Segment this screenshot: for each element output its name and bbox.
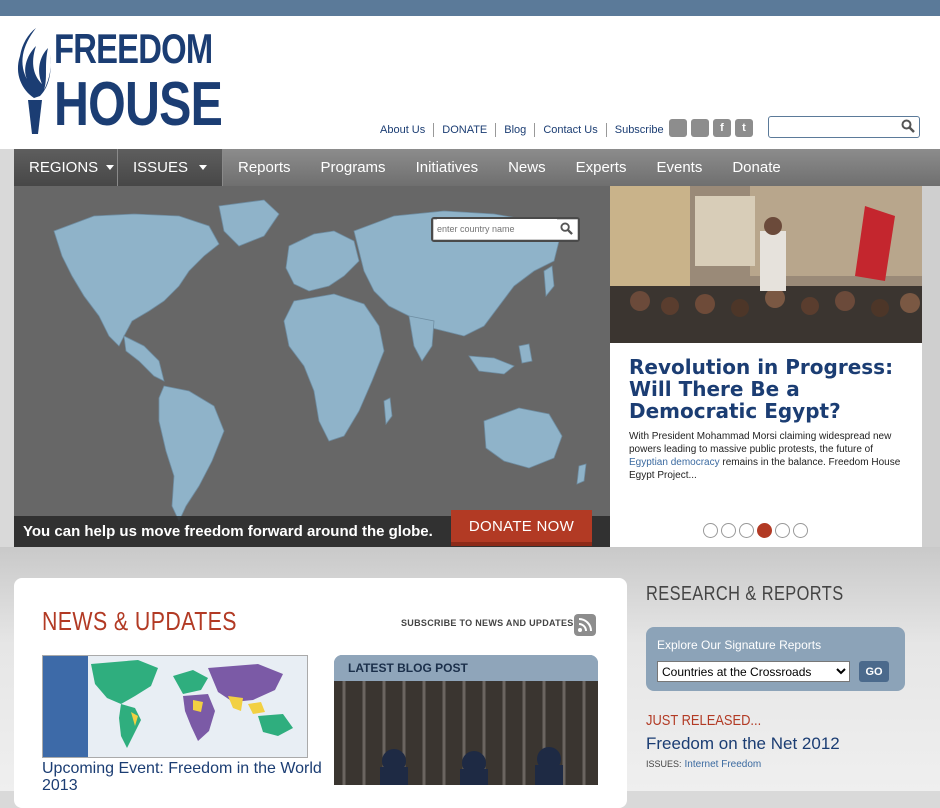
carousel-dot-1[interactable] (703, 523, 718, 538)
country-search-box (431, 217, 580, 242)
blog-post-photo[interactable] (334, 681, 598, 785)
logo-text-house: HOUSE (54, 70, 223, 139)
social-icons: f t (669, 119, 753, 137)
blog-link[interactable]: Blog (495, 123, 534, 137)
nav-experts[interactable]: Experts (561, 149, 642, 186)
nav-issues-label: ISSUES (133, 159, 189, 176)
latest-blog-post: LATEST BLOG POST (334, 655, 598, 785)
nav-news[interactable]: News (493, 149, 561, 186)
nav-programs[interactable]: Programs (306, 149, 401, 186)
latest-blog-post-label: LATEST BLOG POST (334, 655, 598, 681)
country-search-input[interactable] (437, 219, 557, 239)
contact-us-link[interactable]: Contact Us (534, 123, 605, 137)
nav-donate[interactable]: Donate (717, 149, 795, 186)
issues-label: ISSUES: (646, 759, 682, 769)
upcoming-event-link[interactable]: Upcoming Event: Freedom in the World 201… (42, 760, 322, 794)
nav-regions-dropdown[interactable]: REGIONS (14, 149, 118, 186)
signature-reports-box: Explore Our Signature Reports Countries … (646, 627, 905, 691)
freedom-map-thumbnail[interactable] (42, 655, 308, 758)
nav-issues-dropdown[interactable]: ISSUES (118, 149, 223, 186)
donate-message: You can help us move freedom forward aro… (23, 523, 433, 540)
site-search-input[interactable] (773, 117, 898, 137)
rss-icon[interactable] (574, 614, 596, 636)
news-updates-panel: NEWS & UPDATES SUBSCRIBE TO NEWS AND UPD… (14, 578, 627, 808)
chevron-down-icon (199, 165, 207, 170)
egyptian-democracy-link[interactable]: Egyptian democracy (629, 457, 720, 468)
carousel-dot-6[interactable] (793, 523, 808, 538)
donate-banner: You can help us move freedom forward aro… (14, 510, 610, 547)
carousel-dot-5[interactable] (775, 523, 790, 538)
donate-now-button[interactable]: DONATE NOW (451, 510, 592, 546)
main-navigation: REGIONS ISSUES Reports Programs Initiati… (14, 149, 940, 186)
issues-line: ISSUES: Internet Freedom (646, 759, 761, 770)
youtube-icon[interactable] (691, 119, 709, 137)
research-reports-heading: RESEARCH & REPORTS (646, 583, 844, 605)
top-accent-bar (0, 0, 940, 16)
world-map-hero: You can help us move freedom forward aro… (14, 186, 610, 547)
utility-links: About Us DONATE Blog Contact Us Subscrib… (372, 123, 672, 137)
site-search-box (768, 116, 920, 138)
search-icon[interactable] (560, 222, 573, 235)
torch-flame-icon (17, 28, 51, 134)
about-us-link[interactable]: About Us (372, 123, 433, 137)
subscribe-news-link[interactable]: SUBSCRIBE TO NEWS AND UPDATES (401, 618, 574, 628)
featured-story-title[interactable]: Revolution in Progress: Will There Be a … (629, 356, 909, 422)
subscribe-link[interactable]: Subscribe (605, 123, 672, 137)
logo-text-freedom: FREEDOM (54, 25, 213, 72)
internet-freedom-link[interactable]: Internet Freedom (685, 759, 762, 770)
twitter-icon[interactable]: t (735, 119, 753, 137)
carousel-dot-3[interactable] (739, 523, 754, 538)
nav-reports[interactable]: Reports (223, 149, 306, 186)
featured-story-summary: With President Mohammad Morsi claiming w… (629, 430, 914, 482)
facebook-icon[interactable]: f (713, 119, 731, 137)
carousel-dot-2[interactable] (721, 523, 736, 538)
nav-initiatives[interactable]: Initiatives (401, 149, 494, 186)
site-header: FREEDOM HOUSE About Us DONATE Blog Conta… (0, 16, 940, 149)
summary-text-1: With President Mohammad Morsi claiming w… (629, 431, 892, 455)
signature-report-select[interactable]: Countries at the Crossroads (657, 661, 850, 682)
featured-story: Revolution in Progress: Will There Be a … (610, 186, 922, 547)
carousel-next-peek (922, 186, 940, 547)
freedom-on-the-net-link[interactable]: Freedom on the Net 2012 (646, 734, 840, 754)
donate-link[interactable]: DONATE (433, 123, 495, 137)
carousel-pagination (703, 523, 808, 538)
go-button[interactable]: GO (859, 661, 889, 682)
freedom-house-logo[interactable]: FREEDOM HOUSE (14, 26, 223, 138)
just-released-label: JUST RELEASED... (646, 712, 762, 729)
signature-reports-title: Explore Our Signature Reports (657, 638, 822, 652)
chevron-down-icon (106, 165, 115, 170)
news-heading: NEWS & UPDATES (42, 606, 237, 636)
search-icon[interactable] (901, 119, 915, 133)
carousel-dot-4[interactable] (757, 523, 772, 538)
featured-story-photo[interactable] (610, 186, 922, 343)
nav-regions-label: REGIONS (29, 159, 99, 176)
nav-events[interactable]: Events (641, 149, 717, 186)
rss-icon[interactable] (669, 119, 687, 137)
